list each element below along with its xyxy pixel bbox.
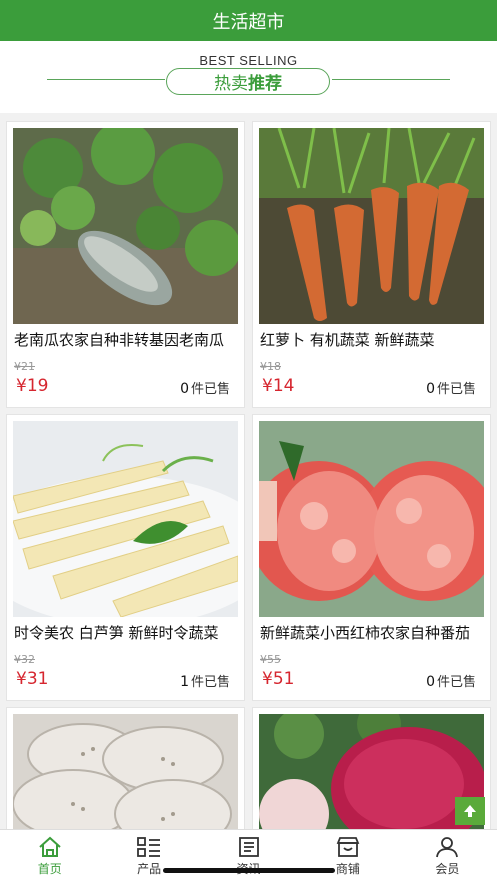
product-card[interactable] <box>6 707 245 837</box>
tab-label: 会员 <box>435 862 460 876</box>
bottom-tab-bar: 首页 产品 资讯 商铺 会员 <box>0 829 497 883</box>
page-title: 生活超市 <box>212 11 285 33</box>
sold-number: 0 <box>426 381 435 397</box>
sold-number: 0 <box>426 674 435 690</box>
tab-products[interactable]: 产品 <box>99 830 198 883</box>
product-name: 红萝卜 有机蔬菜 新鲜蔬菜 <box>260 331 435 349</box>
sold-count: 0 件已售 <box>426 671 476 690</box>
product-image-taro[interactable] <box>13 714 238 836</box>
arrow-up-icon <box>464 805 476 817</box>
user-icon <box>436 837 459 858</box>
sold-number: 0 <box>180 381 189 397</box>
sale-price: ¥51 <box>262 669 295 689</box>
product-card[interactable]: 红萝卜 有机蔬菜 新鲜蔬菜 ¥18 ¥14 0 件已售 <box>252 121 491 408</box>
product-card[interactable]: 老南瓜农家自种非转基因老南瓜 ¥21 ¥19 0 件已售 <box>6 121 245 408</box>
back-to-top-button[interactable] <box>455 797 485 825</box>
divider-right <box>332 79 450 80</box>
product-image-asparagus[interactable] <box>13 421 238 617</box>
sold-number: 1 <box>180 674 189 690</box>
sold-label: 件已售 <box>190 675 230 690</box>
product-image-beet[interactable] <box>259 714 484 836</box>
news-icon <box>238 837 259 857</box>
tab-member[interactable]: 会员 <box>398 830 497 883</box>
product-card[interactable]: 时令美农 白芦笋 新鲜时令蔬菜 ¥32 ¥31 1 件已售 <box>6 414 245 701</box>
app-header: 生活超市 <box>0 0 497 41</box>
home-icon <box>39 836 61 857</box>
original-price: ¥32 <box>14 653 35 666</box>
sold-count: 0 件已售 <box>426 378 476 397</box>
tab-news[interactable]: 资讯 <box>199 830 298 883</box>
tab-label: 产品 <box>137 862 162 876</box>
sold-label: 件已售 <box>436 675 476 690</box>
original-price: ¥18 <box>260 360 281 373</box>
tab-store[interactable]: 商铺 <box>298 830 397 883</box>
product-image-carrot[interactable] <box>259 128 484 324</box>
product-name: 老南瓜农家自种非转基因老南瓜 <box>14 331 225 349</box>
tab-label: 首页 <box>37 862 62 876</box>
sold-count: 0 件已售 <box>180 378 230 397</box>
sale-price: ¥14 <box>262 376 295 396</box>
sold-label: 件已售 <box>436 382 476 397</box>
sold-count: 1 件已售 <box>180 671 230 690</box>
sale-price: ¥31 <box>16 669 49 689</box>
product-name: 新鲜蔬菜小西红柿农家自种番茄 <box>260 624 471 642</box>
best-selling-section: BEST SELLING 热卖 推荐 <box>0 41 497 113</box>
original-price: ¥55 <box>260 653 281 666</box>
home-indicator <box>163 868 335 873</box>
divider-left <box>47 79 165 80</box>
tab-home[interactable]: 首页 <box>0 830 99 883</box>
sold-label: 件已售 <box>190 382 230 397</box>
product-card[interactable]: 新鲜蔬菜小西红柿农家自种番茄 ¥55 ¥51 0 件已售 <box>252 414 491 701</box>
store-icon <box>336 837 360 857</box>
section-title-pill: 热卖 推荐 <box>166 68 330 95</box>
tab-label: 商铺 <box>335 862 360 876</box>
original-price: ¥21 <box>14 360 35 373</box>
product-image-tomato[interactable] <box>259 421 484 617</box>
product-image-pumpkin[interactable] <box>13 128 238 324</box>
grid-list-icon <box>137 837 161 857</box>
section-subtitle: BEST SELLING <box>199 53 298 68</box>
section-title-suffix: 推荐 <box>248 74 282 94</box>
product-name: 时令美农 白芦笋 新鲜时令蔬菜 <box>14 624 219 642</box>
sale-price: ¥19 <box>16 376 49 396</box>
section-title-prefix: 热卖 <box>214 74 248 94</box>
